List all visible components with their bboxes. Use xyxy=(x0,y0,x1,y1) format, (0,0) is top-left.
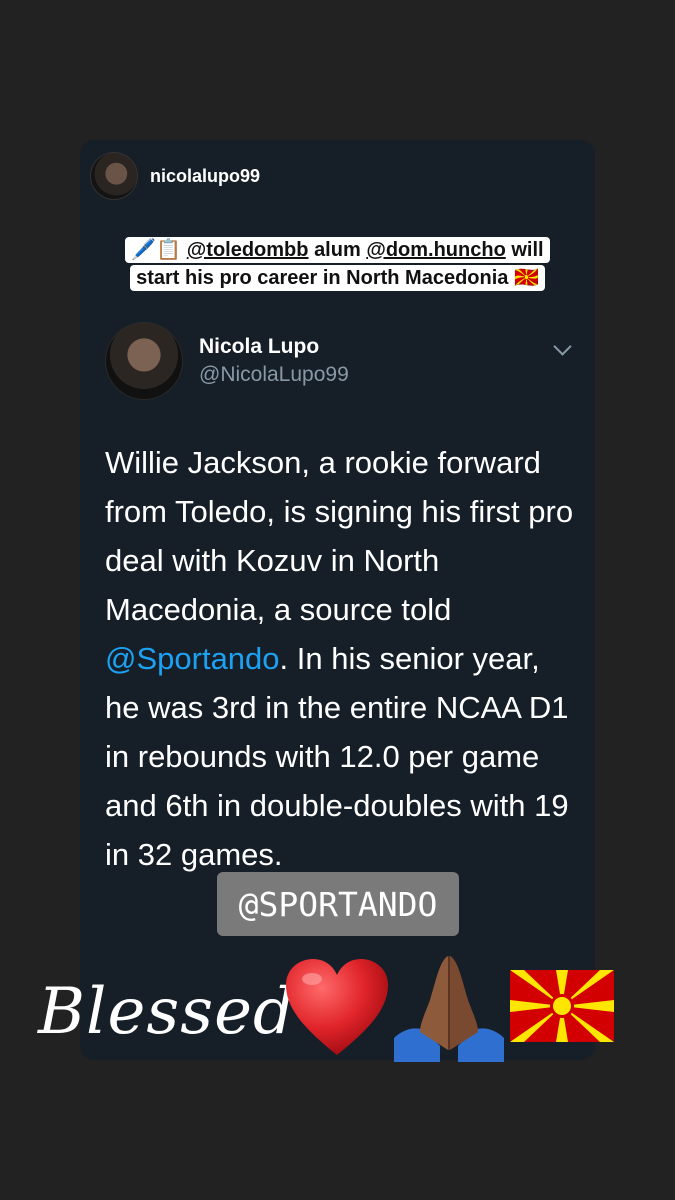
repost-avatar[interactable] xyxy=(90,152,138,200)
praying-hands-icon xyxy=(394,956,504,1062)
tweet-text-before: Willie Jackson, a rookie forward from To… xyxy=(105,445,574,627)
tweet-body: Willie Jackson, a rookie forward from To… xyxy=(105,438,575,879)
tweet-display-name[interactable]: Nicola Lupo xyxy=(199,335,585,359)
tweet-mention-link[interactable]: @Sportando xyxy=(105,641,280,676)
tweet-avatar[interactable] xyxy=(105,322,183,400)
caption-text-1: alum xyxy=(314,239,361,261)
pen-clipboard-icon: 🖊️📋 xyxy=(131,239,182,261)
north-macedonia-flag-small-icon: 🇲🇰 xyxy=(513,267,539,289)
sportando-tag-sticker[interactable]: @SPORTANDO xyxy=(217,872,459,936)
blessed-signature: Blessed xyxy=(38,975,295,1049)
mention-dom-huncho[interactable]: @dom.huncho xyxy=(366,239,505,261)
tweet-header: Nicola Lupo @NicolaLupo99 xyxy=(105,322,585,400)
mention-toledombb[interactable]: @toledombb xyxy=(187,239,309,261)
repost-username[interactable]: nicolalupo99 xyxy=(150,166,260,187)
tweet-handle[interactable]: @NicolaLupo99 xyxy=(199,363,585,387)
north-macedonia-flag-icon xyxy=(510,970,614,1042)
caption-text: 🖊️📋 @toledombb alum @dom.huncho will sta… xyxy=(125,237,550,291)
heart-icon xyxy=(286,959,388,1055)
repost-header: nicolalupo99 xyxy=(90,152,260,200)
tweet-author: Nicola Lupo @NicolaLupo99 xyxy=(199,335,585,387)
caption-sticker: 🖊️📋 @toledombb alum @dom.huncho will sta… xyxy=(105,236,570,292)
